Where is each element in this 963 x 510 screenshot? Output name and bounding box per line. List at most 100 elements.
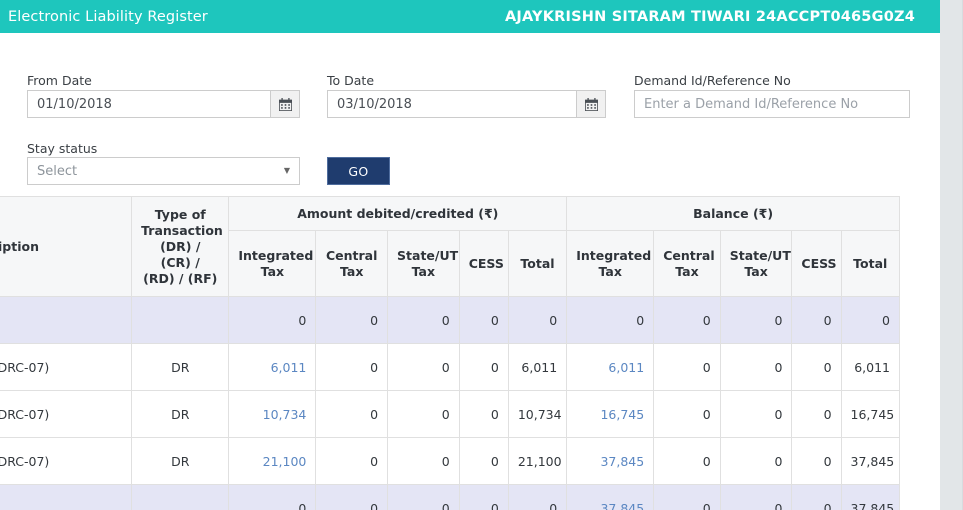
- cell-debited-integrated-tax-link[interactable]: 10,734: [263, 407, 307, 422]
- col-header-balance-total: Total: [840, 230, 901, 297]
- cell-balance-cess: 0: [791, 343, 842, 391]
- cell-debited-state-ut-tax: 0: [387, 437, 460, 485]
- demand-id-input[interactable]: Enter a Demand Id/Reference No: [634, 90, 910, 118]
- table-header-row-groups: Description Type of Transaction (DR) / (…: [0, 196, 900, 297]
- col-header-debited-integrated-tax: Integrated Tax: [228, 230, 317, 297]
- from-date-value: 01/10/2018: [37, 96, 112, 112]
- col-header-debited-central-tax: Central Tax: [315, 230, 389, 297]
- cell-debited-integrated-tax[interactable]: 10,734: [228, 390, 317, 438]
- cell-debited-cess: 0: [458, 484, 509, 510]
- cell-balance-integrated-tax: 0: [566, 296, 655, 344]
- col-header-balance-cess: CESS: [791, 230, 842, 297]
- type-line-1: Type of: [154, 206, 206, 222]
- cell-balance-total: 37,845: [840, 437, 901, 485]
- cell-balance-state-ut-tax: 0: [719, 437, 793, 485]
- stay-status-label: Stay status: [27, 141, 98, 156]
- col-header-type-of-transaction: Type of Transaction (DR) / (CR) / (RD) /…: [131, 196, 230, 297]
- cell-debited-total: 10,734: [507, 390, 568, 438]
- cell-balance-central-tax: 0: [653, 484, 721, 510]
- cell-description: [0, 296, 133, 344]
- cell-debited-integrated-tax-link[interactable]: 21,100: [263, 454, 307, 469]
- cell-balance-integrated-tax-link[interactable]: 16,745: [600, 407, 644, 422]
- col-group-balance: Balance (₹): [566, 196, 900, 231]
- cell-debited-cess: 0: [458, 437, 509, 485]
- page-title: Electronic Liability Register: [8, 8, 208, 25]
- cell-balance-cess: 0: [791, 390, 842, 438]
- col-header-balance-integrated-tax: Integrated Tax: [566, 230, 655, 297]
- type-line-4: (CR) /: [160, 254, 200, 270]
- cell-balance-total: 0: [840, 296, 901, 344]
- cell-balance-integrated-tax-link[interactable]: 37,845: [600, 501, 644, 510]
- col-header-debited-state-ut-tax: State/UT Tax: [387, 230, 460, 297]
- col-header-balance-central-tax: Central Tax: [653, 230, 721, 297]
- cell-debited-integrated-tax: 0: [228, 296, 317, 344]
- cell-debited-state-ut-tax: 0: [387, 484, 460, 510]
- cell-description: Summary of order (DRC-07): [0, 437, 133, 485]
- cell-type-of-transaction: DR: [131, 390, 230, 438]
- cell-balance-integrated-tax-link[interactable]: 6,011: [608, 360, 644, 375]
- cell-debited-cess: 0: [458, 343, 509, 391]
- cell-debited-cess: 0: [458, 390, 509, 438]
- stay-status-value: Select: [37, 163, 78, 179]
- liability-register-table: Description Type of Transaction (DR) / (…: [0, 196, 901, 510]
- cell-balance-state-ut-tax: 0: [719, 390, 793, 438]
- cell-debited-integrated-tax[interactable]: 6,011: [228, 343, 317, 391]
- page-root: Electronic Liability Register AJAYKRISHN…: [0, 0, 963, 510]
- table-row: 0 0 0 0 0 37,845 0 0 0 37,845: [0, 484, 901, 510]
- cell-debited-central-tax: 0: [315, 484, 389, 510]
- cell-balance-cess: 0: [791, 437, 842, 485]
- go-button[interactable]: GO: [327, 157, 390, 185]
- cell-type-of-transaction: [131, 296, 230, 344]
- cell-debited-total: 21,100: [507, 437, 568, 485]
- to-date-input[interactable]: 03/10/2018: [327, 90, 606, 118]
- cell-balance-total: 37,845: [840, 484, 901, 510]
- cell-balance-total: 6,011: [840, 343, 901, 391]
- cell-debited-integrated-tax-link[interactable]: 6,011: [271, 360, 307, 375]
- cell-description: [0, 484, 133, 510]
- cell-type-of-transaction: [131, 484, 230, 510]
- cell-balance-state-ut-tax: 0: [719, 296, 793, 344]
- cell-balance-state-ut-tax: 0: [719, 484, 793, 510]
- table-row: 0000000000: [0, 296, 901, 344]
- table-row: Summary of order (DRC-07)DR6,0110006,011…: [0, 343, 901, 391]
- calendar-icon[interactable]: [576, 91, 605, 117]
- demand-id-label: Demand Id/Reference No: [634, 73, 791, 88]
- vertical-scrollbar-gutter[interactable]: [940, 0, 963, 510]
- cell-balance-central-tax: 0: [653, 343, 721, 391]
- cell-debited-state-ut-tax: 0: [387, 390, 460, 438]
- cell-debited-cess: 0: [458, 296, 509, 344]
- cell-debited-central-tax: 0: [315, 390, 389, 438]
- cell-balance-central-tax: 0: [653, 296, 721, 344]
- table-head: Description Type of Transaction (DR) / (…: [0, 196, 901, 297]
- cell-balance-integrated-tax-link[interactable]: 37,845: [600, 454, 644, 469]
- cell-debited-state-ut-tax: 0: [387, 343, 460, 391]
- to-date-label: To Date: [327, 73, 375, 88]
- col-header-balance-state-ut-tax: State/UT Tax: [719, 230, 793, 297]
- col-header-debited-cess: CESS: [458, 230, 509, 297]
- cell-balance-cess: 0: [791, 296, 842, 344]
- type-line-3: (DR) /: [160, 238, 201, 254]
- from-date-input[interactable]: 01/10/2018: [27, 90, 300, 118]
- cell-balance-central-tax: 0: [653, 437, 721, 485]
- stay-status-select[interactable]: Select ▼: [27, 157, 300, 185]
- cell-balance-total: 16,745: [840, 390, 901, 438]
- cell-debited-integrated-tax: 0: [228, 484, 317, 510]
- col-header-debited-total: Total: [507, 230, 568, 297]
- type-line-2: Transaction: [141, 222, 223, 238]
- demand-id-placeholder: Enter a Demand Id/Reference No: [644, 96, 859, 112]
- cell-balance-state-ut-tax: 0: [719, 343, 793, 391]
- liability-register-table-wrapper: Description Type of Transaction (DR) / (…: [0, 196, 940, 510]
- cell-debited-total: 0: [507, 296, 568, 344]
- table-row: Summary of order (DRC-07)DR10,73400010,7…: [0, 390, 901, 438]
- calendar-icon[interactable]: [270, 91, 299, 117]
- cell-balance-integrated-tax[interactable]: 37,845: [566, 484, 655, 510]
- cell-balance-integrated-tax[interactable]: 37,845: [566, 437, 655, 485]
- cell-balance-cess: 0: [791, 484, 842, 510]
- cell-description: Summary of order (DRC-07): [0, 343, 133, 391]
- cell-balance-integrated-tax[interactable]: 16,745: [566, 390, 655, 438]
- cell-balance-integrated-tax[interactable]: 6,011: [566, 343, 655, 391]
- chevron-down-icon: ▼: [283, 166, 290, 175]
- cell-debited-integrated-tax[interactable]: 21,100: [228, 437, 317, 485]
- cell-description: Summary of order (DRC-07): [0, 390, 133, 438]
- col-header-description: Description: [0, 196, 133, 297]
